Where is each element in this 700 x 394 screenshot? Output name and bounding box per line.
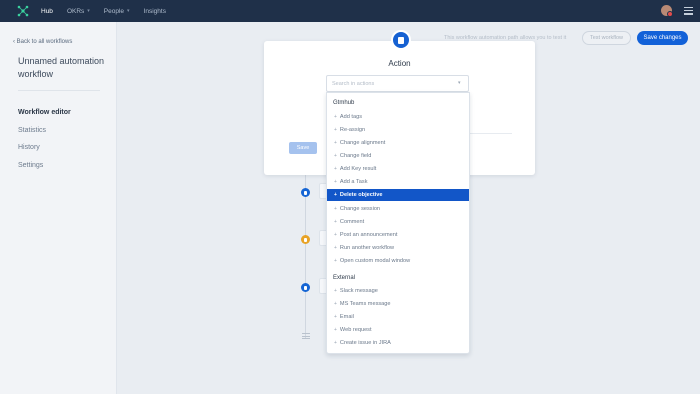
dropdown-item-selected[interactable]: + Delete objective: [327, 189, 469, 201]
plus-icon: +: [334, 114, 337, 120]
modal-save-button[interactable]: Save: [289, 142, 317, 154]
nav-okrs-label: OKRs: [66, 7, 85, 15]
sidebar-item-history[interactable]: History: [18, 144, 40, 151]
dropdown-item-label: Delete objective: [339, 192, 383, 198]
plus-icon: +: [334, 301, 337, 307]
sidebar: ‹ Back to all workflows Unnamed automati…: [0, 22, 117, 394]
modal-title: Action: [388, 59, 411, 68]
plus-icon: +: [334, 245, 337, 251]
condition-node-icon[interactable]: [301, 235, 310, 244]
dropdown-item[interactable]: + Change session: [327, 203, 469, 215]
plus-icon: +: [334, 206, 337, 212]
back-to-workflows-link[interactable]: ‹ Back to all workflows: [13, 39, 72, 45]
plus-icon: +: [334, 327, 337, 333]
dropdown-item[interactable]: + Re-assign: [327, 124, 469, 136]
dropdown-item-label: Open custom modal window: [339, 258, 411, 264]
dropdown-item-label: Run another workflow: [339, 245, 395, 251]
nav-okrs[interactable]: OKRs ▾: [67, 8, 90, 15]
dropdown-item-label: Slack message: [339, 288, 378, 294]
dropdown-item-label: Create issue in JIRA: [339, 340, 391, 346]
sidebar-item-settings[interactable]: Settings: [18, 162, 43, 169]
dropdown-item-label: Change alignment: [339, 140, 386, 146]
dropdown-item-label: Comment: [339, 219, 365, 225]
workflow-title: Unnamed automation workflow: [18, 56, 105, 79]
dropdown-item[interactable]: + Comment: [327, 216, 469, 228]
plus-icon: +: [334, 153, 337, 159]
action-search-input[interactable]: [332, 79, 452, 89]
sidebar-item-statistics[interactable]: Statistics: [18, 127, 46, 134]
dropdown-item[interactable]: + Add a Task: [327, 176, 469, 188]
notification-badge: [667, 11, 673, 17]
dropdown-item-label: Add a Task: [339, 179, 368, 185]
action-type-icon: [391, 30, 411, 50]
dropdown-item[interactable]: + Change field: [327, 150, 469, 162]
workflow-end-icon: [302, 333, 310, 340]
dropdown-item[interactable]: + Add tags: [327, 111, 469, 123]
plus-icon: +: [334, 288, 337, 294]
dropdown-item[interactable]: + MS Teams message: [327, 298, 469, 310]
dropdown-item[interactable]: + Email: [327, 311, 469, 323]
dropdown-item-label: Change session: [339, 206, 381, 212]
dropdown-item-label: Add tags: [339, 114, 363, 120]
plus-icon: +: [334, 179, 337, 185]
nav-insights-label: Insights: [143, 7, 166, 15]
group-header-gtmhub: Gtmhub: [333, 100, 355, 106]
dropdown-item-label: Email: [339, 314, 354, 320]
dropdown-item-label: Web request: [339, 327, 372, 333]
dropdown-item[interactable]: + Add Key result: [327, 163, 469, 175]
action-node-icon[interactable]: [301, 188, 310, 197]
plus-icon: +: [334, 219, 337, 225]
dropdown-item-label: Change field: [339, 153, 372, 159]
group-header-external: External: [333, 275, 356, 281]
nav-people-label: People: [103, 7, 125, 15]
dropdown-item[interactable]: + Run another workflow: [327, 242, 469, 254]
dropdown-item-label: Re-assign: [339, 127, 366, 133]
plus-icon: +: [334, 314, 337, 320]
plus-icon: +: [334, 140, 337, 146]
plus-icon: +: [334, 127, 337, 133]
plus-icon: +: [334, 340, 337, 346]
action-search-select[interactable]: ▾: [326, 75, 469, 92]
chevron-down-icon[interactable]: ▾: [458, 80, 461, 86]
dropdown-item[interactable]: + Change alignment: [327, 137, 469, 149]
dropdown-item[interactable]: + Open custom modal window: [327, 255, 469, 267]
top-nav-bar: Hub OKRs ▾ People ▾ Insights: [0, 0, 700, 22]
main-nav: Hub OKRs ▾ People ▾ Insights: [41, 0, 180, 22]
dropdown-item[interactable]: + Slack message: [327, 285, 469, 297]
nav-hub-label: Hub: [41, 7, 53, 15]
test-workflow-button[interactable]: Test workflow: [582, 31, 631, 45]
chevron-down-icon: ▾: [87, 8, 90, 14]
action-node-icon[interactable]: [301, 283, 310, 292]
user-avatar[interactable]: [661, 5, 673, 17]
sidebar-item-workflow-editor[interactable]: Workflow editor: [18, 109, 71, 116]
dropdown-item-label: MS Teams message: [339, 301, 391, 307]
plus-icon: +: [334, 258, 337, 264]
action-dropdown: Gtmhub + Add tags + Re-assign + Change alig…: [326, 92, 470, 354]
hamburger-menu-icon[interactable]: [684, 7, 693, 15]
nav-hub[interactable]: Hub: [41, 8, 53, 15]
plus-icon: +: [334, 232, 337, 238]
dropdown-item[interactable]: + Post an announcement: [327, 229, 469, 241]
nav-people[interactable]: People ▾: [104, 8, 130, 15]
dropdown-item-label: Add Key result: [339, 166, 377, 172]
dropdown-item[interactable]: + Create issue in JIRA: [327, 337, 469, 349]
chevron-down-icon: ▾: [127, 8, 130, 14]
dropdown-item-label: Post an announcement: [339, 232, 398, 238]
app-logo-icon[interactable]: [17, 5, 29, 17]
nav-insights[interactable]: Insights: [144, 8, 166, 15]
plus-icon: +: [334, 192, 337, 198]
save-changes-button[interactable]: Save changes: [637, 31, 688, 45]
dropdown-item[interactable]: + Web request: [327, 324, 469, 336]
sidebar-divider: [18, 90, 100, 91]
plus-icon: +: [334, 166, 337, 172]
